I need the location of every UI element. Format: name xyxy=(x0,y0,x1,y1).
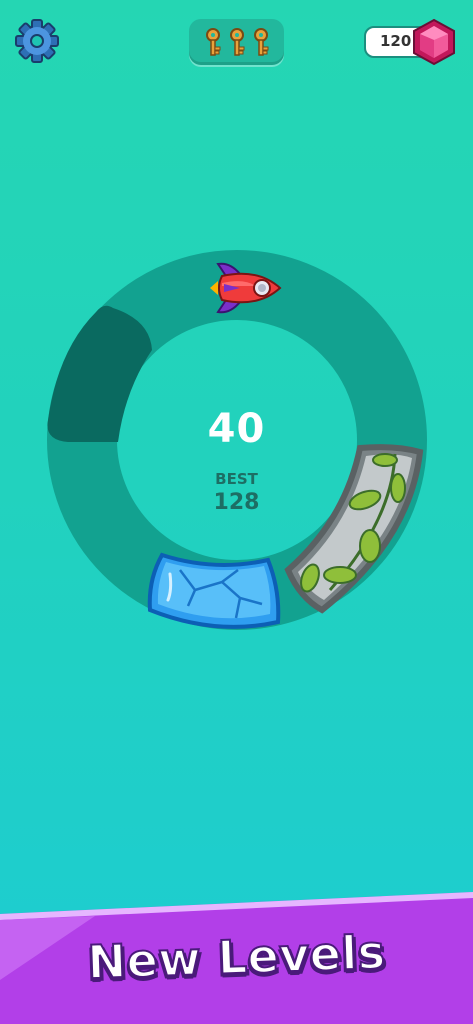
ice-block xyxy=(147,552,281,629)
score-value: 40 xyxy=(207,406,266,452)
game-ring[interactable] xyxy=(0,0,473,700)
best-value: 128 xyxy=(213,490,260,515)
best-label: BEST xyxy=(215,470,258,488)
